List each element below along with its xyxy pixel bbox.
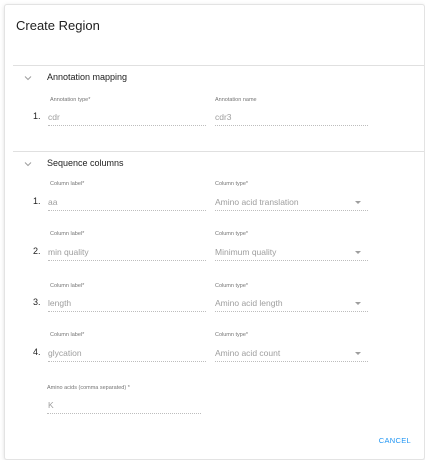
- section-divider: [13, 65, 424, 66]
- row-number: 3.: [33, 297, 41, 307]
- column-label-input[interactable]: aa: [48, 197, 57, 207]
- column-type-underline: [215, 361, 368, 362]
- column-type-select[interactable]: Amino acid length: [215, 298, 283, 308]
- cancel-button[interactable]: CANCEL: [379, 436, 411, 445]
- section-divider: [13, 151, 424, 152]
- column-label-underline: [48, 210, 206, 211]
- amino-acids-label: Amino acids (comma separated) *: [47, 385, 130, 391]
- column-type-caption: Column type*: [215, 283, 249, 289]
- annotation-type-label: Annotation type*: [50, 97, 91, 103]
- dropdown-arrow-icon[interactable]: [355, 352, 361, 355]
- column-type-select[interactable]: Amino acid count: [215, 348, 280, 358]
- column-label-underline: [48, 361, 206, 362]
- amino-acids-input[interactable]: K: [48, 400, 54, 410]
- column-label-underline: [48, 311, 206, 312]
- chevron-down-icon[interactable]: [23, 73, 33, 83]
- column-type-select[interactable]: Amino acid translation: [215, 197, 299, 207]
- annotation-name-input[interactable]: cdr3: [215, 112, 232, 122]
- annotation-type-underline: [48, 125, 206, 126]
- column-label-underline: [48, 260, 206, 261]
- annotation-name-underline: [215, 125, 368, 126]
- column-label-caption: Column label*: [50, 283, 85, 289]
- column-type-caption: Column type*: [215, 332, 249, 338]
- annotation-mapping-title[interactable]: Annotation mapping: [47, 72, 127, 82]
- row-number: 4.: [33, 347, 41, 357]
- column-type-underline: [215, 210, 368, 211]
- column-type-underline: [215, 311, 368, 312]
- row-number: 1.: [33, 196, 41, 206]
- column-type-underline: [215, 260, 368, 261]
- column-label-caption: Column label*: [50, 181, 85, 187]
- annotation-name-label: Annotation name: [215, 97, 257, 103]
- sequence-columns-title[interactable]: Sequence columns: [47, 158, 124, 168]
- dropdown-arrow-icon[interactable]: [355, 201, 361, 204]
- dropdown-arrow-icon[interactable]: [355, 302, 361, 305]
- column-type-caption: Column type*: [215, 181, 249, 187]
- column-type-select[interactable]: Minimum quality: [215, 247, 276, 257]
- dropdown-arrow-icon[interactable]: [355, 251, 361, 254]
- column-label-input[interactable]: glycation: [48, 348, 82, 358]
- create-region-dialog: Create Region Annotation mapping Annotat…: [4, 4, 425, 460]
- column-label-caption: Column label*: [50, 231, 85, 237]
- annotation-type-input[interactable]: cdr: [48, 112, 60, 122]
- row-number: 2.: [33, 246, 41, 256]
- column-type-caption: Column type*: [215, 231, 249, 237]
- column-label-input[interactable]: min quality: [48, 247, 89, 257]
- chevron-down-icon[interactable]: [23, 159, 33, 169]
- dialog-title: Create Region: [16, 18, 100, 33]
- column-label-input[interactable]: length: [48, 298, 71, 308]
- amino-acids-underline: [47, 413, 201, 414]
- row-number: 1.: [33, 111, 41, 121]
- column-label-caption: Column label*: [50, 332, 85, 338]
